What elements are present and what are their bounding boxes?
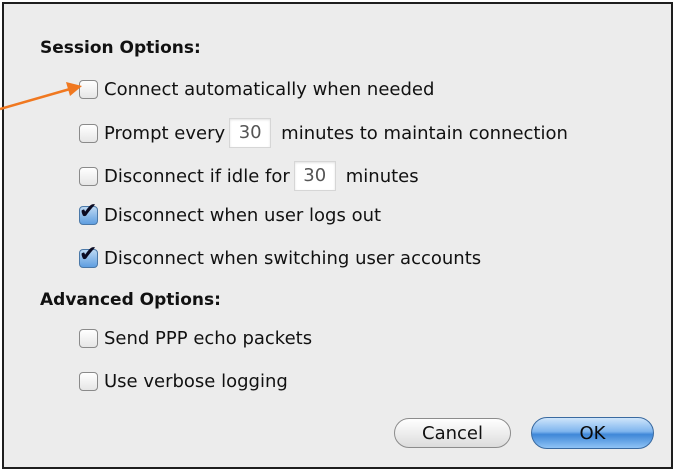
callout-arrow-head <box>66 82 82 96</box>
disconnect-switch-option[interactable]: ✔ Disconnect when switching user account… <box>79 244 482 269</box>
advanced-options-heading: Advanced Options: <box>40 290 221 310</box>
cancel-button[interactable]: Cancel <box>394 418 511 448</box>
checkmark-icon: ✔ <box>79 199 98 224</box>
send-echo-option[interactable]: Send PPP echo packets <box>79 328 312 349</box>
verbose-logging-checkbox[interactable] <box>79 372 98 391</box>
disconnect-idle-checkbox[interactable] <box>79 166 98 186</box>
disconnect-logout-label: Disconnect when user logs out <box>104 205 382 226</box>
prompt-every-label: Prompt every <box>104 122 226 144</box>
disconnect-logout-checkbox[interactable]: ✔ <box>79 201 98 225</box>
ok-button[interactable]: OK <box>531 417 654 449</box>
prompt-every-checkbox[interactable] <box>79 123 98 143</box>
idle-minutes-field[interactable]: 30 <box>293 161 336 191</box>
idle-minutes-suffix-label: minutes <box>345 165 419 187</box>
connect-automatically-label: Connect automatically when needed <box>104 79 435 100</box>
disconnect-logout-option[interactable]: ✔ Disconnect when user logs out <box>79 201 382 226</box>
send-echo-checkbox[interactable] <box>79 329 98 348</box>
disconnect-idle-option[interactable]: Disconnect if idle for 30 minutes <box>79 161 419 191</box>
verbose-logging-label: Use verbose logging <box>104 371 288 392</box>
prompt-minutes-field[interactable]: 30 <box>229 118 272 148</box>
disconnect-switch-checkbox[interactable]: ✔ <box>79 244 98 268</box>
session-options-panel: Session Options: Connect automatically w… <box>2 2 673 469</box>
send-echo-label: Send PPP echo packets <box>104 328 313 349</box>
disconnect-switch-label: Disconnect when switching user accounts <box>104 248 482 269</box>
verbose-logging-option[interactable]: Use verbose logging <box>79 371 288 392</box>
session-options-heading: Session Options: <box>40 38 201 58</box>
connect-automatically-option[interactable]: Connect automatically when needed <box>79 79 434 100</box>
prompt-minutes-suffix-label: minutes to maintain connection <box>281 122 568 144</box>
prompt-every-option[interactable]: Prompt every 30 minutes to maintain conn… <box>79 118 568 148</box>
callout-arrow-icon <box>0 82 82 111</box>
checkmark-icon: ✔ <box>79 242 98 267</box>
callout-arrow-line <box>0 87 71 111</box>
disconnect-idle-label: Disconnect if idle for <box>104 165 290 187</box>
